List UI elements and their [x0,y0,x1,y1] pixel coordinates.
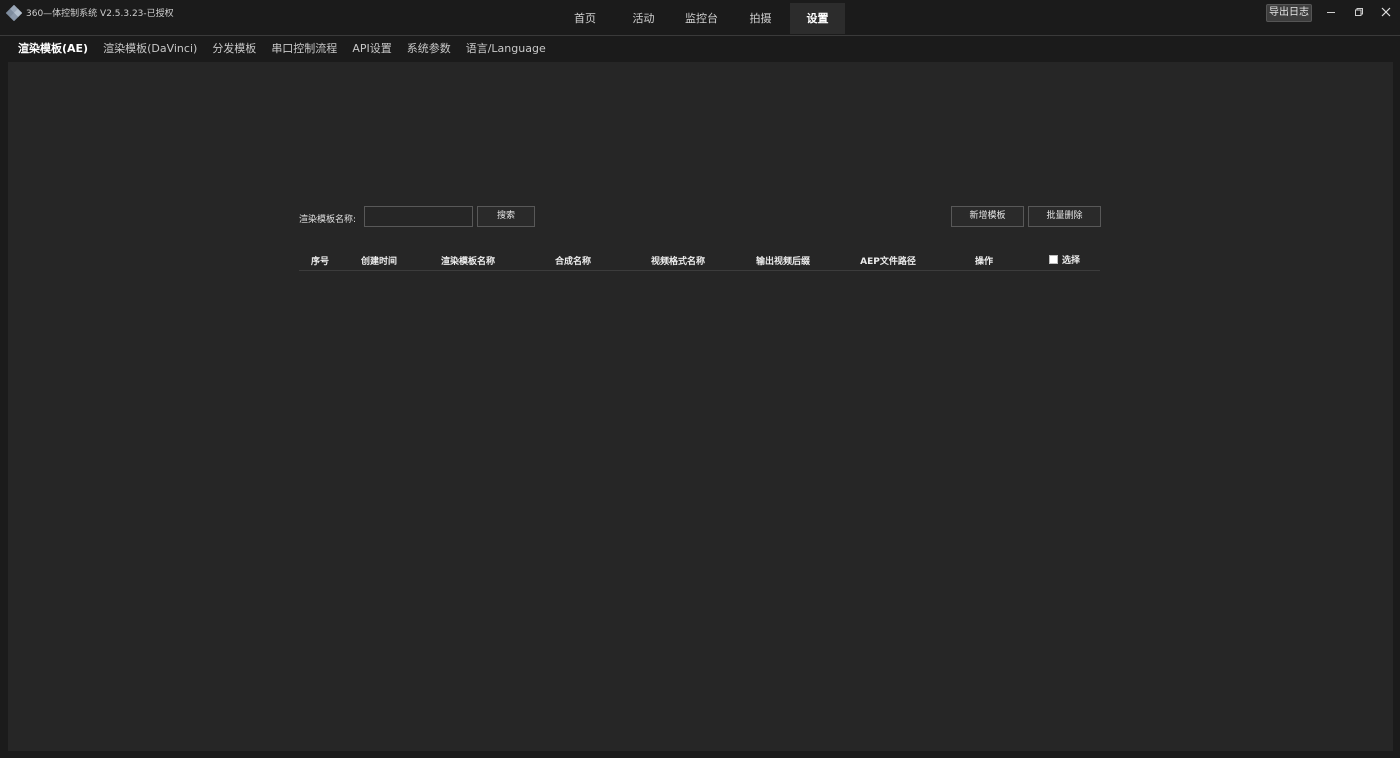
subtab-distribution-template[interactable]: 分发模板 [212,40,256,60]
column-header-composition-name: 合成名称 [554,257,592,267]
content-panel [8,62,1393,751]
restore-icon [1355,8,1363,16]
table-header: 序号 创建时间 渲染模板名称 合成名称 视频格式名称 输出视频后缀 AEP文件路… [299,250,1100,271]
nav-item-settings[interactable]: 设置 [790,3,845,34]
nav-item-activity[interactable]: 活动 [615,3,672,34]
select-all-control[interactable]: 选择 [1049,253,1080,266]
nav-item-home[interactable]: 首页 [555,3,615,34]
add-template-button[interactable]: 新增模板 [951,206,1024,227]
minimize-button[interactable] [1320,2,1342,22]
subtab-serial-control-flow[interactable]: 串口控制流程 [271,40,337,60]
subtab-system-params[interactable]: 系统参数 [407,40,451,60]
column-header-video-format-name: 视频格式名称 [650,257,706,267]
column-header-output-suffix: 输出视频后缀 [755,257,811,267]
subtab-render-template-davinci[interactable]: 渲染模板(DaVinci) [103,40,197,60]
search-button[interactable]: 搜索 [477,206,535,227]
column-header-index: 序号 [310,257,330,267]
template-name-label: 渲染模板名称: [299,215,357,225]
nav-item-shoot[interactable]: 拍摄 [731,3,790,34]
app-logo-icon [6,5,22,21]
close-icon [1381,7,1391,17]
close-button[interactable] [1375,2,1397,22]
restore-button[interactable] [1348,2,1370,22]
select-label: 选择 [1062,256,1081,266]
column-header-template-name: 渲染模板名称 [440,257,496,267]
minimize-icon [1327,12,1335,13]
subtab-render-template-ae[interactable]: 渲染模板(AE) [18,40,88,60]
batch-delete-button[interactable]: 批量删除 [1028,206,1101,227]
template-name-input[interactable] [364,206,473,227]
settings-subtabs: 渲染模板(AE) 渲染模板(DaVinci) 分发模板 串口控制流程 API设置… [18,40,561,60]
title-bar: 360—体控制系统 V2.5.3.23-已授权 首页 活动 监控台 拍摄 设置 … [0,0,1400,36]
subtab-api-settings[interactable]: API设置 [352,40,391,60]
nav-item-monitor[interactable]: 监控台 [672,3,731,34]
column-header-aep-path: AEP文件路径 [860,257,916,267]
column-header-actions: 操作 [974,257,994,267]
select-all-checkbox[interactable] [1049,255,1058,264]
app-title: 360—体控制系统 V2.5.3.23-已授权 [26,9,174,19]
main-nav: 首页 活动 监控台 拍摄 设置 [555,3,845,34]
column-header-created-time: 创建时间 [360,257,398,267]
export-log-button[interactable]: 导出日志 [1266,4,1312,22]
subtab-language[interactable]: 语言/Language [466,40,546,60]
